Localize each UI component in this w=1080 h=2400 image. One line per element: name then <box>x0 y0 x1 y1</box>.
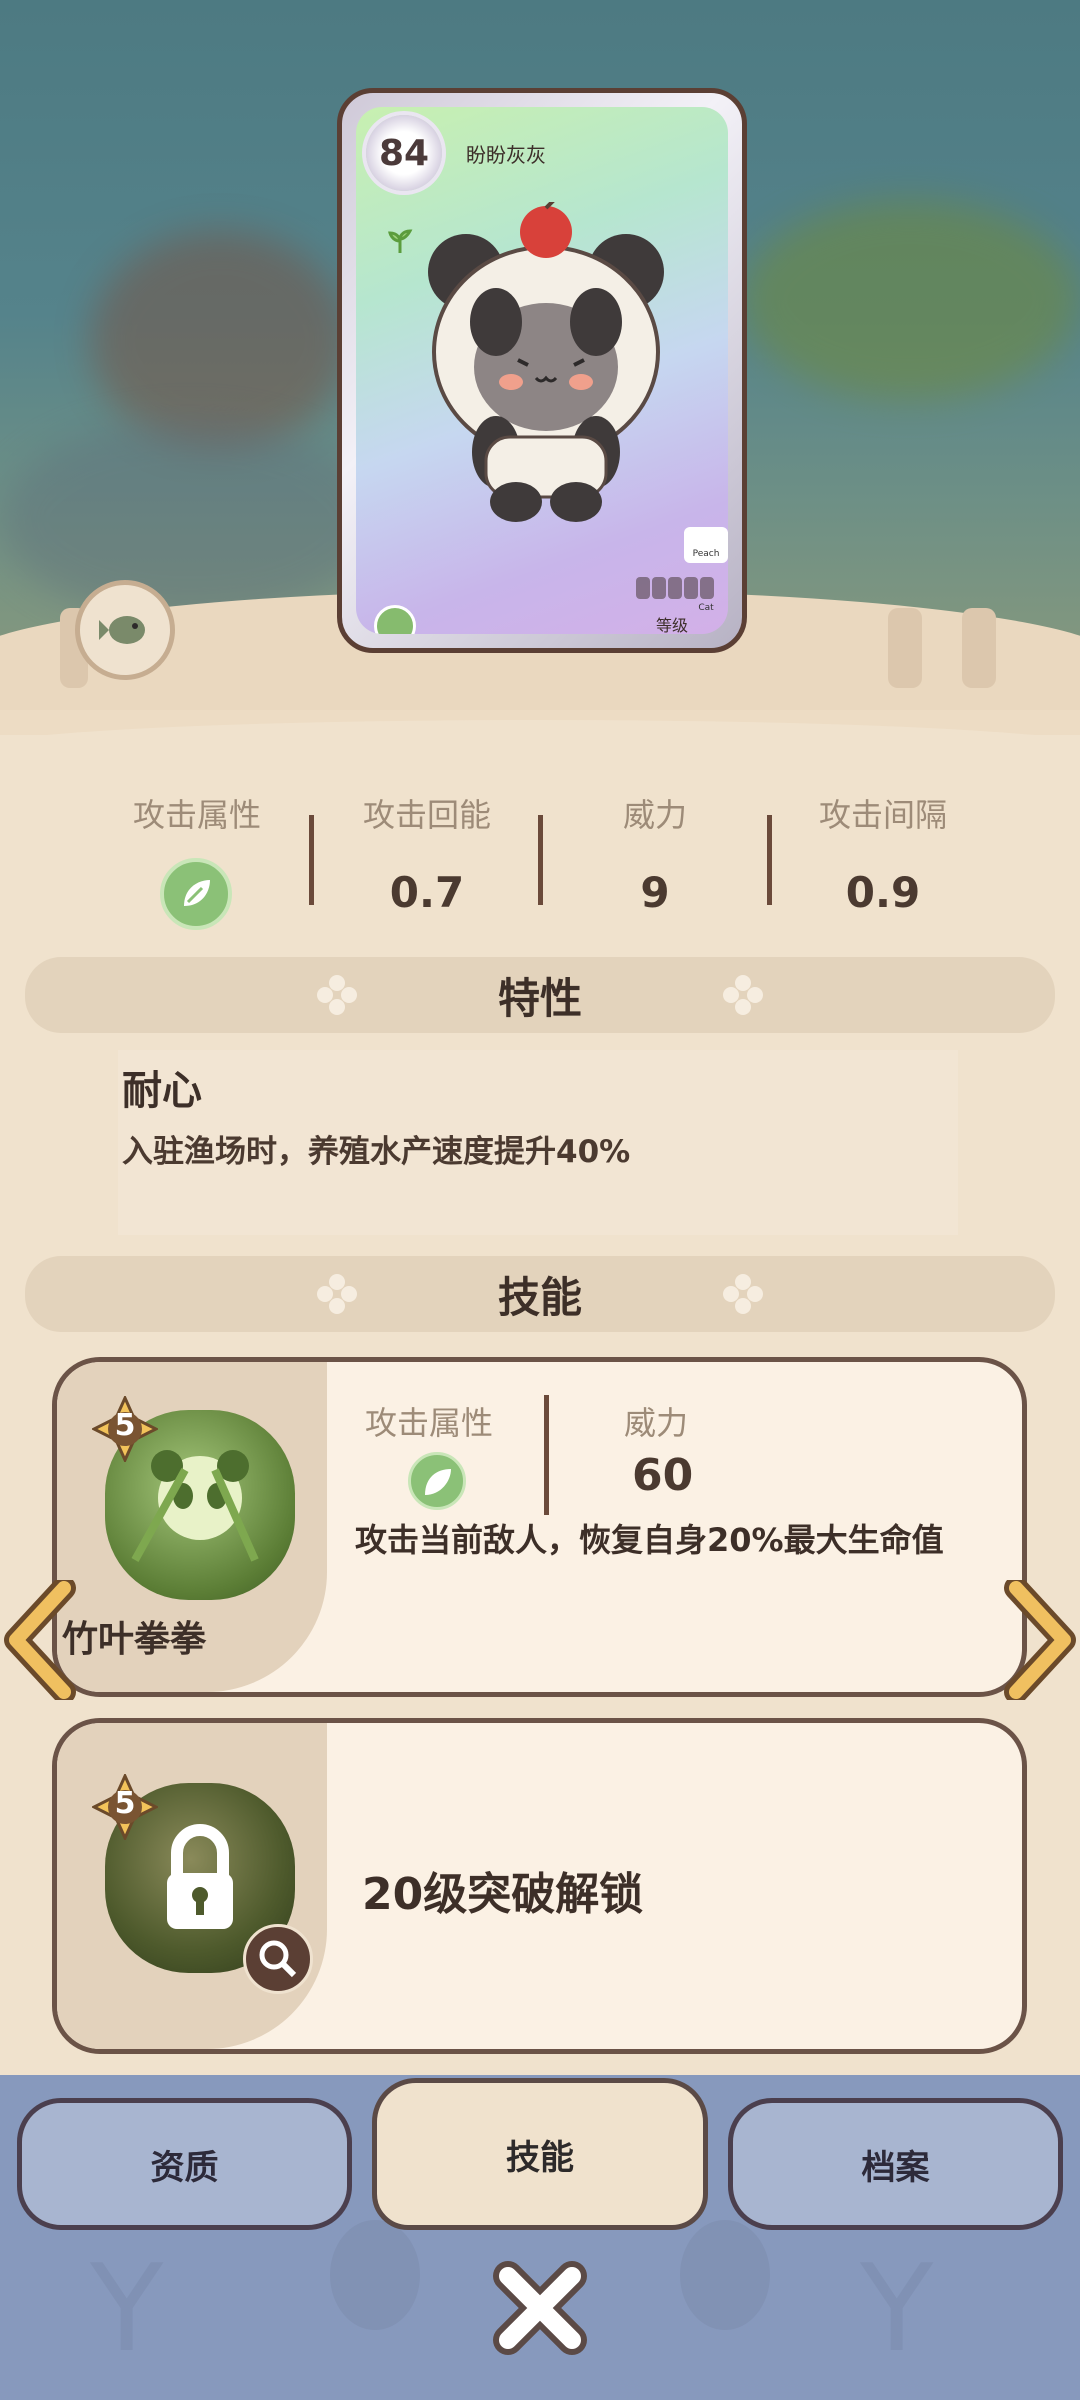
divider <box>544 1395 549 1515</box>
stat-value-interval: 0.9 <box>845 868 921 917</box>
background-rock <box>0 420 380 620</box>
stat-label-attr: 攻击属性 <box>132 796 261 834</box>
divider <box>309 815 314 905</box>
panda-character-illustration <box>428 202 664 522</box>
card-element-icon <box>374 605 416 634</box>
skill-level-value: 5 <box>114 1786 136 1821</box>
stat-label-energy: 攻击回能 <box>362 796 491 834</box>
traits-header: 特性 <box>25 957 1055 1033</box>
rating-badge: 84 <box>366 115 442 191</box>
brand-logo: Peach Cat <box>684 527 728 613</box>
flower-icon <box>317 1274 357 1314</box>
decorative-shape: Y <box>90 2240 164 2379</box>
flower-icon <box>723 975 763 1015</box>
decorative-shape <box>680 2220 770 2330</box>
skill-name: 竹叶拳拳 <box>62 1619 207 1660</box>
stat-value-power: 9 <box>640 868 670 917</box>
traits-header-label: 特性 <box>497 973 582 1023</box>
background-coral <box>90 230 350 450</box>
skill-power-label: 威力 <box>624 1404 689 1442</box>
unlock-requirement: 20级突破解锁 <box>362 1869 644 1920</box>
tab-attributes[interactable]: 资质 <box>17 2098 352 2230</box>
fish-button[interactable] <box>75 580 175 680</box>
character-name: 盼盼灰灰 <box>466 143 546 167</box>
skill-attr-label: 攻击属性 <box>365 1404 494 1442</box>
chevron-left-icon[interactable] <box>2 1580 82 1700</box>
leaf-element-icon <box>408 1452 466 1510</box>
card-art: 84 盼盼灰灰 Peach Cat 等级 <box>356 107 728 634</box>
close-icon[interactable] <box>490 2258 590 2358</box>
tab-skills[interactable]: 技能 <box>372 2078 708 2230</box>
trait-title: 耐心 <box>122 1068 202 1114</box>
sprout-icon <box>386 227 414 262</box>
card-level: 等级 10 <box>656 612 728 634</box>
stat-label-interval: 攻击间隔 <box>818 796 947 834</box>
skill-power-value: 60 <box>632 1450 694 1501</box>
star-pips <box>636 577 726 599</box>
magnifier-button[interactable] <box>243 1924 313 1994</box>
search-icon <box>259 1940 297 1978</box>
skill-description: 攻击当前敌人，恢复自身20%最大生命值 <box>355 1521 944 1559</box>
trait-description: 入驻渔场时，养殖水产速度提升40% <box>122 1134 631 1170</box>
fish-icon <box>99 616 145 644</box>
chevron-right-icon[interactable] <box>998 1580 1078 1700</box>
fence-post <box>888 608 922 688</box>
decorative-shape: Y <box>860 2240 934 2379</box>
tab-profile[interactable]: 档案 <box>728 2098 1063 2230</box>
skills-header-label: 技能 <box>497 1272 582 1322</box>
skill-level-value: 5 <box>114 1408 136 1443</box>
level-label: 等级 <box>656 616 689 634</box>
stat-label-power: 威力 <box>622 796 687 834</box>
decorative-shape <box>330 2220 420 2330</box>
character-card[interactable]: 84 盼盼灰灰 Peach Cat 等级 <box>337 88 747 653</box>
flower-icon <box>723 1274 763 1314</box>
background-seaweed <box>740 200 1080 400</box>
stat-value-energy: 0.7 <box>389 868 465 917</box>
divider <box>538 815 543 905</box>
fence-post <box>962 608 996 688</box>
skills-header: 技能 <box>25 1256 1055 1332</box>
leaf-element-icon <box>160 858 232 930</box>
flower-icon <box>317 975 357 1015</box>
divider <box>767 815 772 905</box>
